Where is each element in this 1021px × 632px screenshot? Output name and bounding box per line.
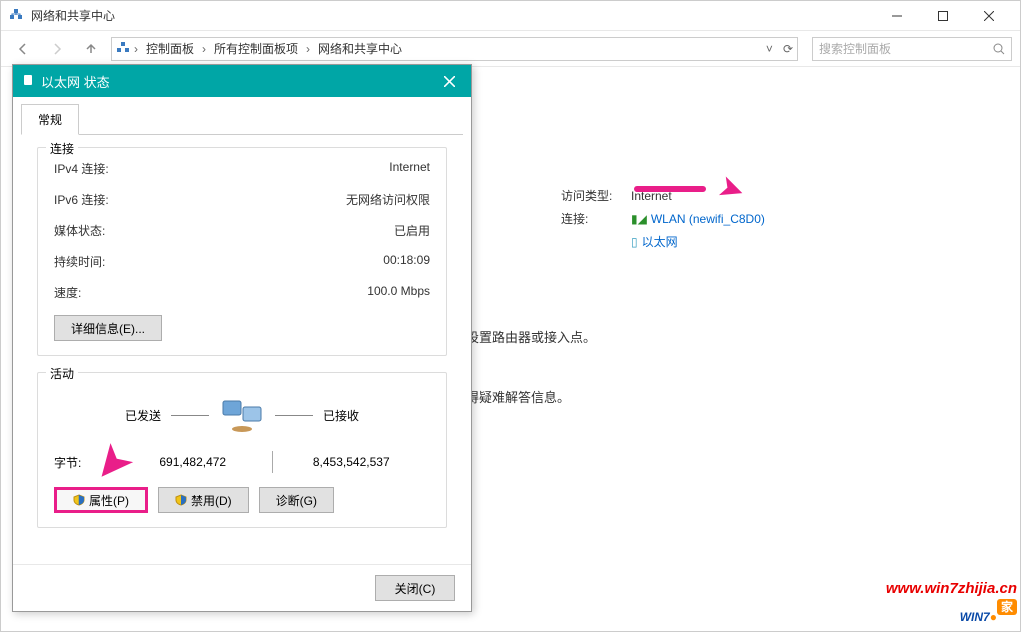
shield-icon — [73, 494, 85, 506]
connection-group: 连接 IPv4 连接:Internet IPv6 连接:无网络访问权限 媒体状态… — [37, 147, 447, 356]
close-button[interactable] — [966, 1, 1012, 31]
access-type-label: 访问类型: — [561, 187, 631, 204]
media-value: 已启用 — [394, 222, 430, 239]
nav-up-button[interactable] — [77, 35, 105, 63]
watermark-url: www.win7zhijia.cn — [886, 580, 1017, 597]
dialog-title: 以太网 状态 — [41, 72, 110, 91]
navbar: › 控制面板 › 所有控制面板项 › 网络和共享中心 ˅ ⟳ — [1, 31, 1020, 67]
shield-icon — [175, 494, 187, 506]
computers-icon — [219, 395, 265, 435]
app-icon — [9, 7, 23, 24]
chevron-right-icon: › — [202, 42, 206, 56]
watermark: www.win7zhijia.cn WIN7●家 — [886, 580, 1017, 628]
diagnose-button[interactable]: 诊断(G) — [259, 487, 334, 513]
tab-content: 连接 IPv4 连接: Internet IPv6 连接: 无网络访问权限 媒体状态… — [21, 134, 463, 556]
ipv4-value: Internet — [389, 160, 430, 177]
refresh-icon[interactable]: ⟳ — [783, 42, 793, 56]
connection-label: 连接: — [561, 210, 631, 227]
media-label: 媒体状态: — [54, 222, 164, 239]
chevron-right-icon: › — [134, 42, 138, 56]
dialog-close-button[interactable] — [435, 69, 463, 93]
breadcrumb-item[interactable]: 所有控制面板项 — [210, 40, 302, 57]
sent-label: 已发送 — [54, 407, 161, 424]
wifi-icon: ▮◢ — [631, 212, 647, 226]
received-label: 已接收 — [323, 407, 430, 424]
ipv4-label: IPv4 连接: — [54, 160, 164, 177]
nav-forward-button[interactable] — [43, 35, 71, 63]
text-fragment: 或设置路由器或接入点。 — [453, 327, 596, 346]
tab-general[interactable]: 常规 — [21, 104, 79, 135]
ethernet-icon — [21, 73, 35, 90]
speed-label: 速度: — [54, 284, 164, 301]
ipv6-value: 无网络访问权限 — [346, 191, 430, 208]
tab-strip: 常规 — [13, 97, 471, 134]
dialog-titlebar: 以太网 状态 — [13, 65, 471, 97]
minimize-button[interactable] — [874, 1, 920, 31]
duration-value: 00:18:09 — [383, 253, 430, 270]
breadcrumb-item[interactable]: 网络和共享中心 — [314, 40, 406, 57]
group-title-connection: 连接 — [46, 140, 78, 157]
chevron-right-icon: › — [306, 42, 310, 56]
breadcrumb-item[interactable]: 控制面板 — [142, 40, 198, 57]
properties-button[interactable]: 属性(P) — [54, 487, 148, 513]
dialog-close-footer-button[interactable]: 关闭(C) — [375, 575, 455, 601]
app-icon — [116, 40, 130, 57]
ethernet-icon: ▯ — [631, 235, 638, 249]
ipv6-label: IPv6 连接: — [54, 191, 164, 208]
window-controls — [874, 1, 1012, 31]
breadcrumb[interactable]: › 控制面板 › 所有控制面板项 › 网络和共享中心 ˅ ⟳ — [111, 37, 798, 61]
search-input[interactable] — [819, 42, 993, 56]
annotation-underline — [634, 186, 706, 192]
speed-value: 100.0 Mbps — [367, 284, 430, 301]
wlan-link[interactable]: WLAN (newifi_C8D0) — [651, 212, 765, 226]
disable-button[interactable]: 禁用(D) — [158, 487, 249, 513]
dialog-footer: 关闭(C) — [13, 564, 471, 611]
maximize-button[interactable] — [920, 1, 966, 31]
search-icon — [993, 43, 1005, 55]
group-title-activity: 活动 — [46, 365, 78, 382]
duration-label: 持续时间: — [54, 253, 164, 270]
bytes-received-value: 8,453,542,537 — [273, 455, 431, 469]
search-box[interactable] — [812, 37, 1012, 61]
main-titlebar: 网络和共享中心 — [1, 1, 1020, 31]
ethernet-status-dialog: 以太网 状态 常规 连接 IPv4 连接: Internet IPv6 连接: 无网… — [12, 64, 472, 612]
nav-back-button[interactable] — [9, 35, 37, 63]
details-button[interactable]: 详细信息(E)... — [54, 315, 162, 341]
main-title: 网络和共享中心 — [31, 7, 115, 24]
watermark-logo: WIN7●家 — [886, 597, 1017, 628]
ethernet-link[interactable]: 以太网 — [642, 233, 678, 250]
chevron-down-icon[interactable]: ˅ — [766, 42, 773, 56]
